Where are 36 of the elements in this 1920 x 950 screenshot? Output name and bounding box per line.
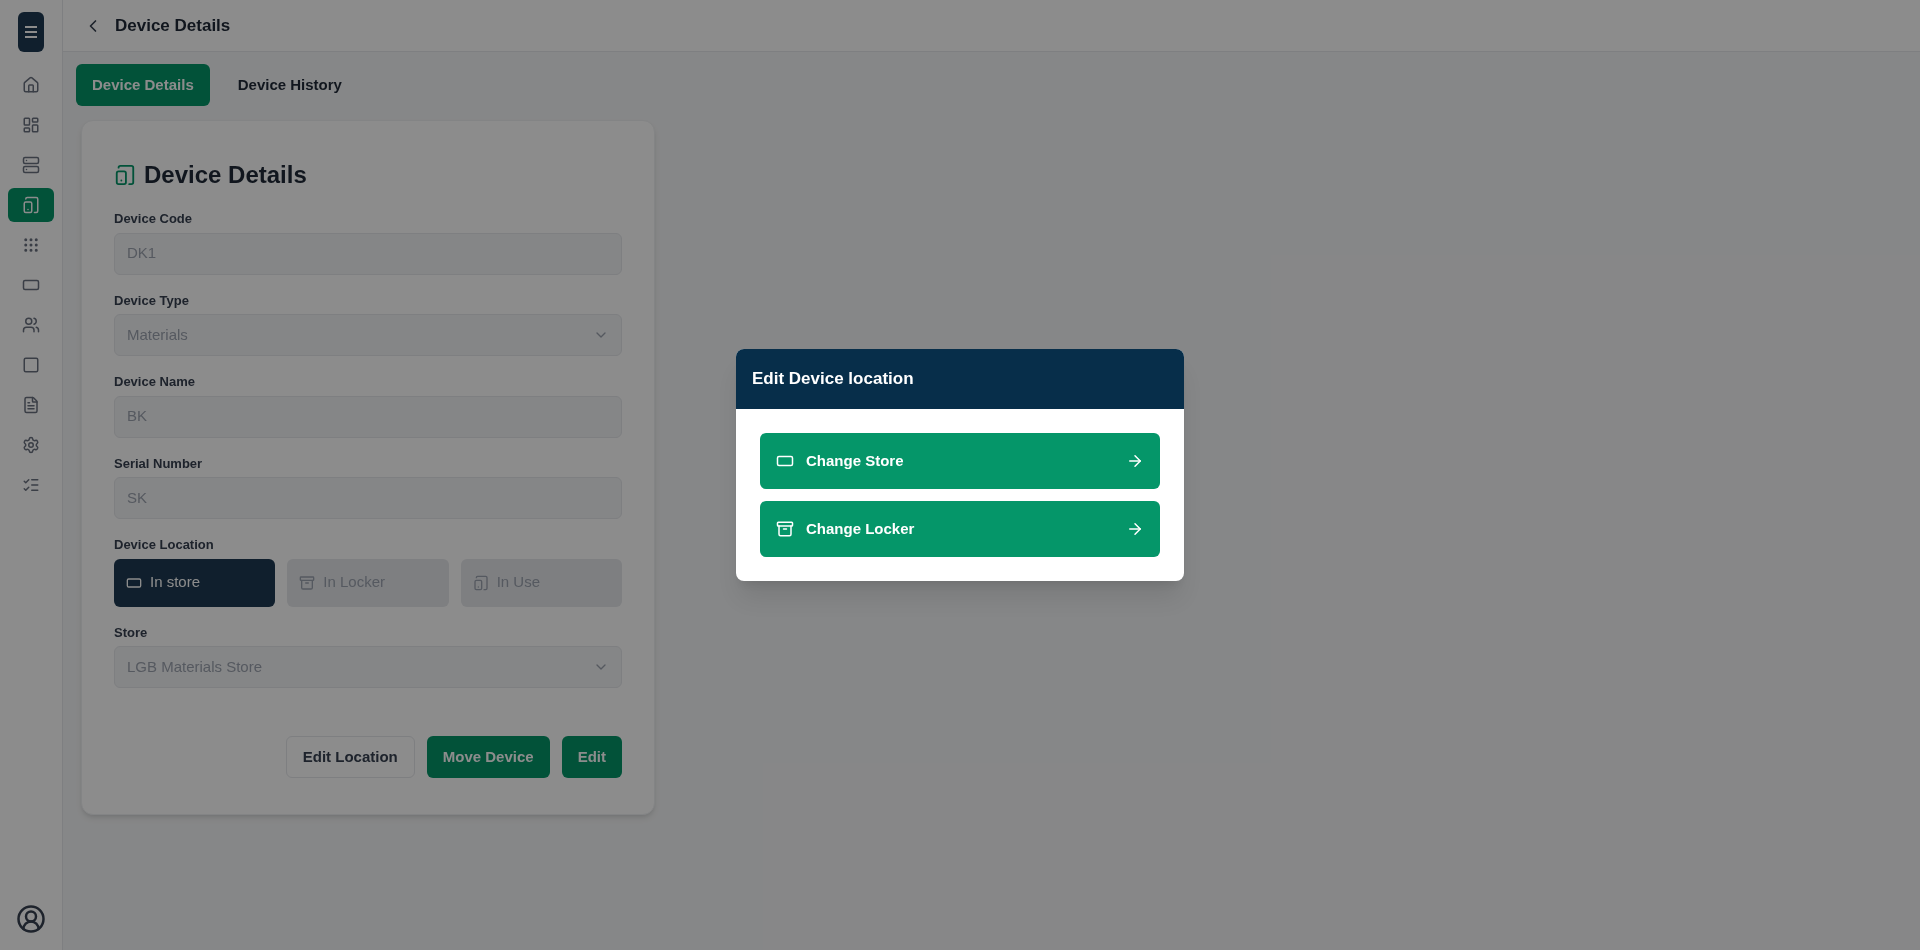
logo-icon: [18, 12, 44, 52]
tab[interactable]: Device Details: [76, 64, 210, 106]
devices-icon: [472, 574, 489, 591]
dialog-title: Edit Device location: [752, 368, 914, 391]
field-label: Serial Number: [114, 454, 204, 473]
grid-icon: [22, 236, 40, 254]
field-label: Device Code: [114, 210, 194, 228]
field-label: Device Location: [114, 536, 215, 554]
field-label: Store: [114, 623, 149, 642]
sidebar-item[interactable]: [8, 188, 54, 222]
document-icon: [22, 396, 40, 414]
field-label: Device Name: [114, 373, 196, 391]
tab[interactable]: Device History: [221, 64, 358, 106]
devices-icon: [22, 196, 40, 214]
home-icon: [22, 76, 40, 94]
devices-icon: [114, 164, 136, 186]
locker-icon: [776, 520, 794, 538]
action-button[interactable]: Move Device: [426, 736, 550, 778]
locker-icon: [299, 574, 316, 591]
list-icon: [22, 476, 40, 494]
change-location-button[interactable]: Change Locker: [760, 501, 1160, 557]
settings-icon: [22, 436, 40, 454]
arrow-right-icon: [1126, 452, 1144, 470]
action-button[interactable]: Edit: [561, 736, 622, 778]
field-label: Device Type: [114, 291, 190, 310]
change-location-button[interactable]: Change Store: [760, 433, 1160, 489]
location-option[interactable]: In store: [114, 558, 276, 607]
server-icon: [22, 156, 40, 174]
square-icon: [22, 356, 40, 374]
users-icon: [22, 316, 40, 334]
card-title: Device Details: [144, 160, 307, 190]
action-button[interactable]: Edit Location: [285, 736, 415, 778]
arrow-right-icon: [1126, 520, 1144, 538]
user-avatar-icon[interactable]: [16, 904, 46, 934]
dashboard-icon: [22, 116, 40, 134]
page-title: Device Details: [115, 14, 231, 37]
